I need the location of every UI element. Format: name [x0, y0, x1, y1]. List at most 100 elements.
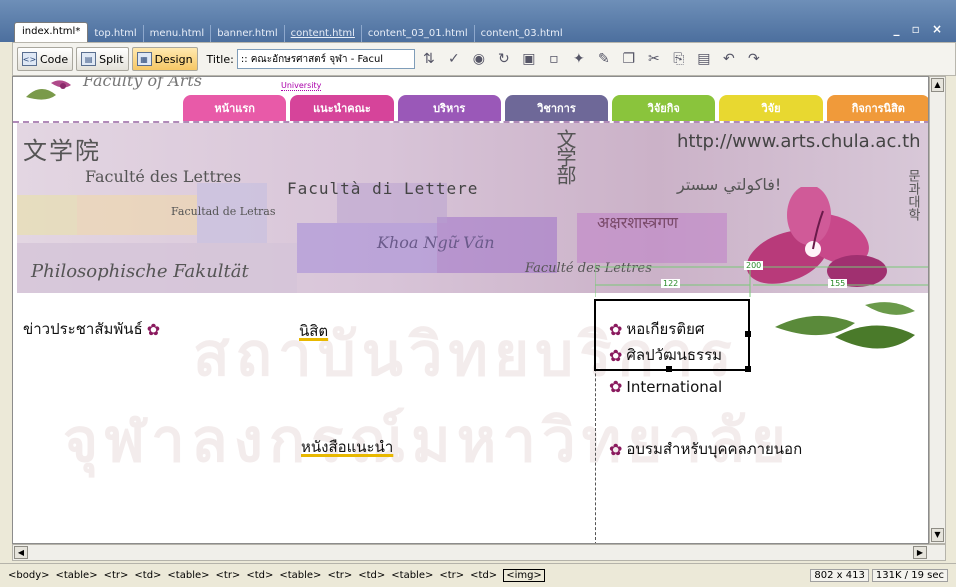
- design-view-label: Design: [154, 52, 193, 66]
- horizontal-scrollbar[interactable]: ◀ ▶: [12, 544, 946, 561]
- split-icon: ▤: [81, 52, 97, 66]
- banner-german: Philosophische Fakultät: [31, 261, 249, 282]
- redo-icon[interactable]: ↷: [743, 48, 765, 70]
- document-tab-bar: index.html* top.html menu.html banner.ht…: [0, 0, 956, 42]
- code-view-label: Code: [40, 52, 69, 66]
- window-size-select[interactable]: 802 x 413: [810, 569, 869, 582]
- university-text: University: [281, 81, 322, 91]
- news-label: ข่าวประชาสัมพันธ์: [23, 320, 143, 338]
- tag-crumb[interactable]: <td>: [470, 570, 497, 581]
- undo-icon[interactable]: ↶: [718, 48, 740, 70]
- tag-crumb[interactable]: <table>: [167, 570, 209, 581]
- split-view-button[interactable]: ▤ Split: [76, 47, 129, 71]
- nav-home[interactable]: หน้าแรก: [183, 95, 287, 121]
- clipboard-icon[interactable]: ▤: [693, 48, 715, 70]
- international-link[interactable]: ✿ International: [609, 377, 722, 396]
- paste-icon[interactable]: ⎘: [668, 48, 690, 70]
- tag-crumb[interactable]: <body>: [8, 570, 50, 581]
- visual-aids-icon[interactable]: ▫: [543, 48, 565, 70]
- banner-spanish: Facultad de Letras: [171, 205, 276, 218]
- resize-handle[interactable]: [745, 331, 751, 337]
- banner-french: Faculté des Lettres: [85, 167, 242, 186]
- books-label: หนังสือแนะนำ: [301, 438, 394, 456]
- tag-crumb[interactable]: <td>: [134, 570, 161, 581]
- art-link[interactable]: ✿ ศิลปวัฒนธรรม: [609, 343, 722, 367]
- tab-index-html[interactable]: index.html*: [14, 22, 89, 42]
- validate-icon[interactable]: ✦: [568, 48, 590, 70]
- split-view-label: Split: [99, 52, 124, 66]
- orchid-bullet-icon: ✿: [609, 439, 623, 459]
- training-link[interactable]: ✿ อบรมสำหรับบุคคลภายนอก: [609, 437, 802, 461]
- banner-url: http://www.arts.chula.ac.th: [677, 131, 921, 152]
- nav-research-affairs[interactable]: วิจัยกิจ: [612, 95, 716, 121]
- tag-crumb-selected[interactable]: <img>: [503, 569, 545, 582]
- tag-crumb[interactable]: <tr>: [439, 570, 464, 581]
- tab-content-03-01-html[interactable]: content_03_01.html: [362, 25, 475, 42]
- orchid-bullet-icon: ✿: [609, 319, 623, 339]
- tag-crumb[interactable]: <table>: [279, 570, 321, 581]
- file-management-icon[interactable]: ⇅: [418, 48, 440, 70]
- books-link[interactable]: หนังสือแนะนำ: [301, 435, 393, 459]
- scroll-down-icon[interactable]: ▼: [931, 528, 944, 542]
- scroll-up-icon[interactable]: ▲: [931, 78, 944, 92]
- orchid-logo: [26, 80, 71, 100]
- art-label: ศิลปวัฒนธรรม: [626, 346, 723, 364]
- nav-student-affairs[interactable]: กิจการนิสิต: [826, 95, 928, 121]
- tag-crumb[interactable]: <table>: [391, 570, 433, 581]
- banner-sanskrit: अक्षरशास्त्रगण: [597, 213, 678, 232]
- student-label: นิสิต: [299, 322, 329, 340]
- tab-menu-html[interactable]: menu.html: [144, 25, 212, 42]
- design-view-button[interactable]: ▦ Design: [131, 47, 198, 71]
- tag-selector-bar: <body> <table> <tr> <td> <table> <tr> <t…: [0, 563, 956, 587]
- dreamweaver-window: index.html* top.html menu.html banner.ht…: [0, 0, 956, 587]
- banner-chinese: 文学院: [23, 137, 101, 165]
- tab-content-03-html[interactable]: content_03.html: [475, 25, 569, 42]
- student-link[interactable]: นิสิต: [299, 319, 328, 343]
- international-label: International: [626, 377, 723, 396]
- nav-research[interactable]: วิจัย: [719, 95, 823, 121]
- window-controls[interactable]: _ ▫ ×: [893, 22, 946, 36]
- code-view-button[interactable]: <> Code: [17, 47, 74, 71]
- honor-label: หอเกียรติยศ: [626, 320, 705, 338]
- tag-crumb[interactable]: <tr>: [104, 570, 129, 581]
- design-view-canvas[interactable]: Faculty of Arts University หน้าแรก แนะนำ…: [12, 76, 929, 544]
- page-title-input[interactable]: [236, 49, 415, 69]
- code-icon: <>: [22, 52, 37, 66]
- honor-link[interactable]: ✿ หอเกียรติยศ: [609, 317, 704, 341]
- view-options-icon[interactable]: ▣: [518, 48, 540, 70]
- tab-content-html[interactable]: content.html: [285, 25, 362, 42]
- width-marker-right: 155: [828, 279, 848, 288]
- cut-icon[interactable]: ✂: [643, 48, 665, 70]
- copy-icon[interactable]: ❐: [618, 48, 640, 70]
- orchid-bullet-icon: ✿: [609, 377, 623, 396]
- browser-check-icon[interactable]: ✓: [443, 48, 465, 70]
- width-marker-top: 200: [744, 261, 764, 270]
- tab-top-html[interactable]: top.html: [88, 25, 144, 42]
- width-marker-left: 122: [661, 279, 681, 288]
- resize-handle[interactable]: [745, 366, 751, 372]
- scroll-left-icon[interactable]: ◀: [14, 546, 28, 559]
- orchid-bullet-icon: ✿: [146, 319, 161, 339]
- preview-browser-icon[interactable]: ◉: [468, 48, 490, 70]
- news-link[interactable]: ข่าวประชาสัมพันธ์ ✿: [23, 317, 160, 341]
- refresh-icon[interactable]: ↻: [493, 48, 515, 70]
- banner-japanese: 文学部: [553, 129, 577, 183]
- logo-text: Faculty of Arts: [83, 76, 202, 90]
- tab-row: index.html* top.html menu.html banner.ht…: [14, 22, 569, 42]
- tag-crumb[interactable]: <td>: [246, 570, 273, 581]
- scroll-right-icon[interactable]: ▶: [913, 546, 927, 559]
- edit-icon[interactable]: ✎: [593, 48, 615, 70]
- content-area: สถาบันวิทยบริการ จุฬาลงกรณ์มหาวิทยาลัย ข…: [13, 299, 928, 543]
- nav-academic[interactable]: วิชาการ: [504, 95, 609, 121]
- nav-about[interactable]: แนะนำคณะ: [290, 95, 394, 121]
- nav-admin[interactable]: บริหาร: [397, 95, 501, 121]
- tag-crumb[interactable]: <table>: [56, 570, 98, 581]
- tag-crumb[interactable]: <tr>: [216, 570, 241, 581]
- site-nav-bar: หน้าแรก แนะนำคณะ บริหาร วิชาการ วิจัยกิจ…: [183, 95, 928, 121]
- tag-crumb[interactable]: <td>: [358, 570, 385, 581]
- tab-banner-html[interactable]: banner.html: [211, 25, 285, 42]
- training-label: อบรมสำหรับบุคคลภายนอก: [626, 440, 803, 458]
- tag-crumb[interactable]: <tr>: [327, 570, 352, 581]
- design-icon: ▦: [136, 52, 152, 66]
- vertical-scrollbar[interactable]: ▲ ▼: [929, 76, 946, 544]
